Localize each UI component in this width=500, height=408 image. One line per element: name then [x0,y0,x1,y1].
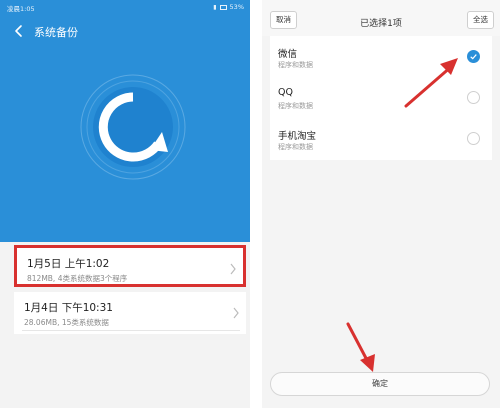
app-name: 手机淘宝 [278,131,317,142]
chevron-right-icon [230,263,236,275]
app-desc: 程序和数据 [278,102,313,110]
back-arrow-icon[interactable] [12,24,26,38]
radio-circle-icon[interactable] [467,132,480,145]
app-item-qq[interactable]: QQ 程序和数据 [270,77,492,119]
check-circle-icon[interactable] [467,50,480,63]
app-name: QQ [278,87,293,98]
battery-percent: 53% [229,3,244,11]
page-title: 系统备份 [34,26,78,39]
signal-icon: ▮ [213,3,217,11]
screenshot-root: 凌晨1:05 ▮ 53% 系统备份 1月5日 上午1:02 812MB, 4类系… [0,0,500,408]
backup-item-subtitle: 28.06MB, 15类系统数据 [24,318,109,327]
backup-item-title: 1月5日 上午1:02 [27,258,110,270]
app-item-taobao[interactable]: 手机淘宝 程序和数据 [270,118,492,160]
backup-header: 系统备份 [0,14,250,242]
app-item-wechat[interactable]: 微信 程序和数据 [270,36,492,78]
selection-title: 已选择1项 [360,19,402,29]
left-phone-screen: 凌晨1:05 ▮ 53% 系统备份 1月5日 上午1:02 812MB, 4类系… [0,0,250,408]
status-time: 凌晨1:05 [7,5,35,13]
select-all-button[interactable]: 全选 [467,11,494,29]
confirm-button[interactable]: 确定 [270,372,490,396]
backup-item-jan5[interactable]: 1月5日 上午1:02 812MB, 4类系统数据3个程序 [14,245,246,287]
battery-icon [219,4,227,10]
list-divider [22,330,240,331]
status-icons: ▮ 53% [213,3,244,11]
chevron-right-icon [233,307,239,319]
backup-item-title: 1月4日 下午10:31 [24,302,113,314]
selection-top-bar: 取消 已选择1项 全选 [262,0,500,36]
right-phone-screen: 取消 已选择1项 全选 微信 程序和数据 QQ 程序和数据 手机淘宝 程序和数据 [262,0,500,408]
backup-item-subtitle: 812MB, 4类系统数据3个程序 [27,274,128,283]
app-desc: 程序和数据 [278,143,313,151]
radio-circle-icon[interactable] [467,91,480,104]
app-desc: 程序和数据 [278,61,313,69]
app-name: 微信 [278,49,298,60]
app-list: 微信 程序和数据 QQ 程序和数据 手机淘宝 程序和数据 [270,36,492,160]
backup-sync-icon [80,74,186,180]
status-bar: 凌晨1:05 ▮ 53% [0,0,250,14]
backup-item-jan4[interactable]: 1月4日 下午10:31 28.06MB, 15类系统数据 [14,292,246,334]
